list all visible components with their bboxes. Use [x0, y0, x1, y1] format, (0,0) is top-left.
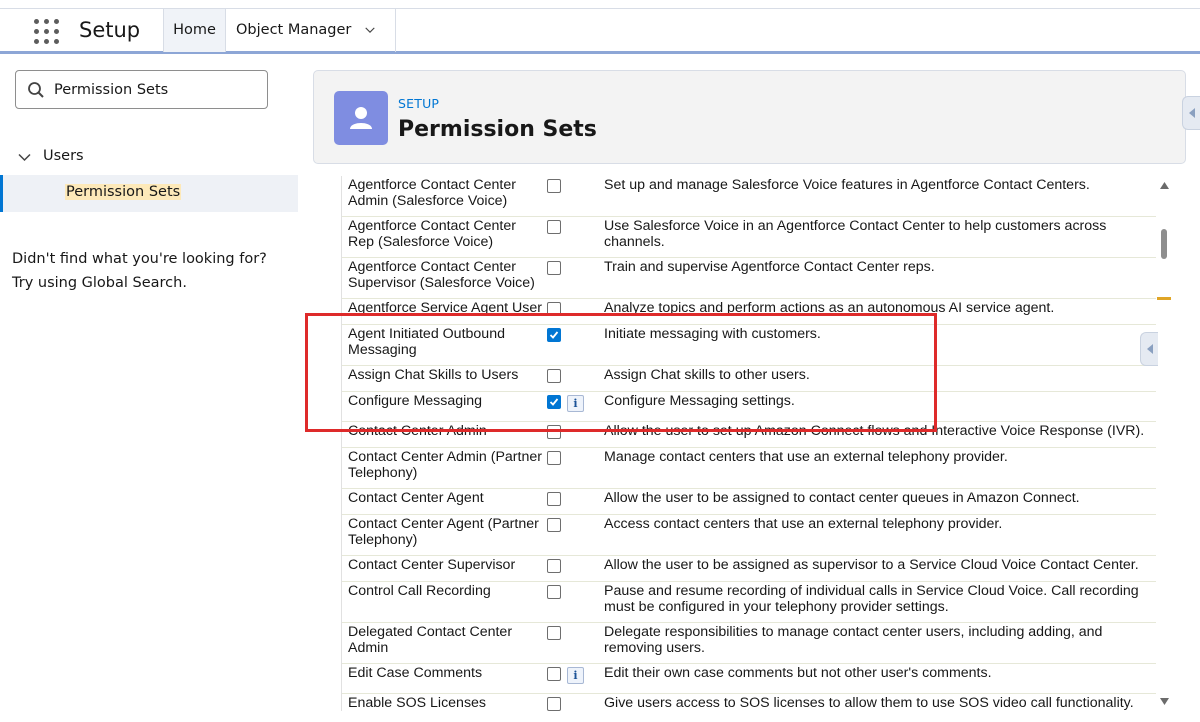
- user-icon: [334, 91, 388, 145]
- permission-name: Contact Center Admin: [348, 423, 487, 439]
- permission-name: Agentforce Service Agent User: [348, 300, 542, 316]
- chevron-left-icon: [1147, 344, 1153, 354]
- permission-name: Contact Center Agent: [348, 490, 484, 506]
- chevron-down-icon[interactable]: [365, 25, 375, 35]
- permission-row: Contact Center Agent Allow the user to be…: [342, 489, 1156, 515]
- permission-row: Contact Center Admin Allow the user to se…: [342, 422, 1156, 448]
- permission-row: Delegated Contact Center Admin Delegate r…: [342, 623, 1156, 664]
- permissions-table: Agentforce Contact Center Admin (Salesfo…: [341, 176, 1156, 711]
- permission-row: Contact Center Admin (Partner Telephony)…: [342, 448, 1156, 489]
- permission-description: Pause and resume recording of individual…: [604, 583, 1139, 615]
- permission-name: Agentforce Contact Center Admin (Salesfo…: [348, 177, 516, 209]
- tree-node-permission-sets-label: Permission Sets: [65, 184, 182, 200]
- collapse-panel-tab[interactable]: [1182, 96, 1200, 130]
- chevron-down-icon[interactable]: [18, 153, 31, 162]
- permission-checkbox[interactable]: [547, 261, 561, 275]
- permission-description: Train and supervise Agentforce Contact C…: [604, 259, 935, 275]
- info-icon[interactable]: i: [567, 395, 584, 412]
- permission-name: Contact Center Admin (Partner Telephony): [348, 449, 542, 481]
- permission-checkbox[interactable]: [547, 626, 561, 640]
- page-header: SETUP Permission Sets: [313, 70, 1186, 164]
- permission-row: Enable SOS Licenses Give users access to …: [342, 694, 1156, 711]
- permission-checkbox[interactable]: [547, 518, 561, 532]
- permission-name: Agentforce Contact Center Supervisor (Sa…: [348, 259, 535, 291]
- quick-find-box[interactable]: [15, 70, 268, 109]
- permission-row: Configure Messaging i Configure Messaging …: [342, 392, 1156, 422]
- permission-checkbox[interactable]: [547, 369, 561, 383]
- scroll-down-arrow-icon[interactable]: [1160, 698, 1169, 705]
- permission-name: Configure Messaging: [348, 393, 483, 409]
- page-title: Permission Sets: [398, 117, 597, 142]
- permission-name: Agentforce Contact Center Rep (Salesforc…: [348, 218, 516, 250]
- scrollbar-thumb[interactable]: [1161, 229, 1167, 259]
- search-icon: [28, 82, 44, 98]
- permission-description: Set up and manage Salesforce Voice featu…: [604, 177, 1090, 193]
- scrollbar[interactable]: [1156, 176, 1172, 711]
- tree-node-users-label: Users: [43, 148, 84, 164]
- global-search-hint: Didn't find what you're looking for? Try…: [12, 251, 267, 291]
- scrollbar-search-marker: [1157, 297, 1171, 300]
- permission-name: Enable SOS Licenses: [348, 695, 487, 711]
- info-icon[interactable]: i: [567, 667, 584, 684]
- permission-checkbox[interactable]: [547, 302, 561, 316]
- permission-row: Agentforce Contact Center Admin (Salesfo…: [342, 176, 1156, 217]
- page-eyebrow: SETUP: [398, 96, 440, 111]
- permission-description: Assign Chat skills to other users.: [604, 367, 810, 383]
- permission-checkbox[interactable]: [547, 667, 561, 681]
- permission-name: Control Call Recording: [348, 583, 491, 599]
- permission-description: Delegate responsibilities to manage cont…: [604, 624, 1103, 656]
- permission-description: Edit their own case comments but not oth…: [604, 665, 992, 681]
- permission-checkbox[interactable]: [547, 585, 561, 599]
- permission-checkbox[interactable]: [547, 220, 561, 234]
- permission-name: Assign Chat Skills to Users: [348, 367, 519, 383]
- permission-description: Manage contact centers that use an exter…: [604, 449, 1008, 465]
- permission-description: Give users access to SOS licenses to all…: [604, 695, 1134, 711]
- permission-name: Edit Case Comments: [348, 665, 483, 681]
- permission-name: Contact Center Agent (Partner Telephony): [348, 516, 539, 548]
- scroll-up-arrow-icon[interactable]: [1160, 182, 1169, 189]
- permission-checkbox[interactable]: [547, 395, 561, 409]
- permission-name: Agent Initiated Outbound Messaging: [348, 326, 505, 358]
- permission-checkbox[interactable]: [547, 179, 561, 193]
- tab-home[interactable]: Home: [163, 9, 226, 52]
- permission-name: Contact Center Supervisor: [348, 557, 516, 573]
- permission-row: Agentforce Contact Center Supervisor (Sa…: [342, 258, 1156, 299]
- permission-description: Allow the user to be assigned as supervi…: [604, 557, 1139, 573]
- permission-checkbox[interactable]: [547, 328, 561, 342]
- permission-checkbox[interactable]: [547, 559, 561, 573]
- tab-object-manager-label: Object Manager: [236, 22, 352, 38]
- checkmark-icon: [549, 331, 559, 339]
- permission-description: Allow the user to be assigned to contact…: [604, 490, 1080, 506]
- setup-sidebar: Users Permission Sets Didn't find what y…: [0, 57, 298, 722]
- checkmark-icon: [549, 398, 559, 406]
- permission-row: Contact Center Agent (Partner Telephony)…: [342, 515, 1156, 556]
- chevron-left-icon: [1189, 108, 1195, 118]
- tree-node-permission-sets[interactable]: Permission Sets: [0, 175, 298, 212]
- permission-row: Agent Initiated Outbound Messaging Initia…: [342, 325, 1156, 366]
- quick-find-input[interactable]: [54, 79, 259, 101]
- permission-row: Assign Chat Skills to Users Assign Chat s…: [342, 366, 1156, 392]
- permission-row: Control Call Recording Pause and resume r…: [342, 582, 1156, 623]
- global-header: Setup Home Object Manager: [0, 8, 1200, 54]
- permission-description: Access contact centers that use an exter…: [604, 516, 1003, 532]
- permission-name: Delegated Contact Center Admin: [348, 624, 513, 656]
- permission-description: Allow the user to set up Amazon Connect …: [604, 423, 1145, 439]
- permission-description: Initiate messaging with customers.: [604, 326, 821, 342]
- permission-row: Agentforce Contact Center Rep (Salesforc…: [342, 217, 1156, 258]
- permission-description: Use Salesforce Voice in an Agentforce Co…: [604, 218, 1107, 250]
- app-launcher-icon[interactable]: [34, 19, 60, 45]
- permission-checkbox[interactable]: [547, 451, 561, 465]
- app-title: Setup: [79, 18, 141, 42]
- permission-row: Contact Center Supervisor Allow the user …: [342, 556, 1156, 582]
- tab-object-manager[interactable]: Object Manager: [226, 9, 396, 52]
- permission-row: Edit Case Comments i Edit their own case c…: [342, 664, 1156, 694]
- permission-description: Analyze topics and perform actions as an…: [604, 300, 1055, 316]
- permission-checkbox[interactable]: [547, 697, 561, 711]
- permission-row: Agentforce Service Agent User Analyze top…: [342, 299, 1156, 325]
- permission-checkbox[interactable]: [547, 425, 561, 439]
- permission-description: Configure Messaging settings.: [604, 393, 795, 409]
- permission-checkbox[interactable]: [547, 492, 561, 506]
